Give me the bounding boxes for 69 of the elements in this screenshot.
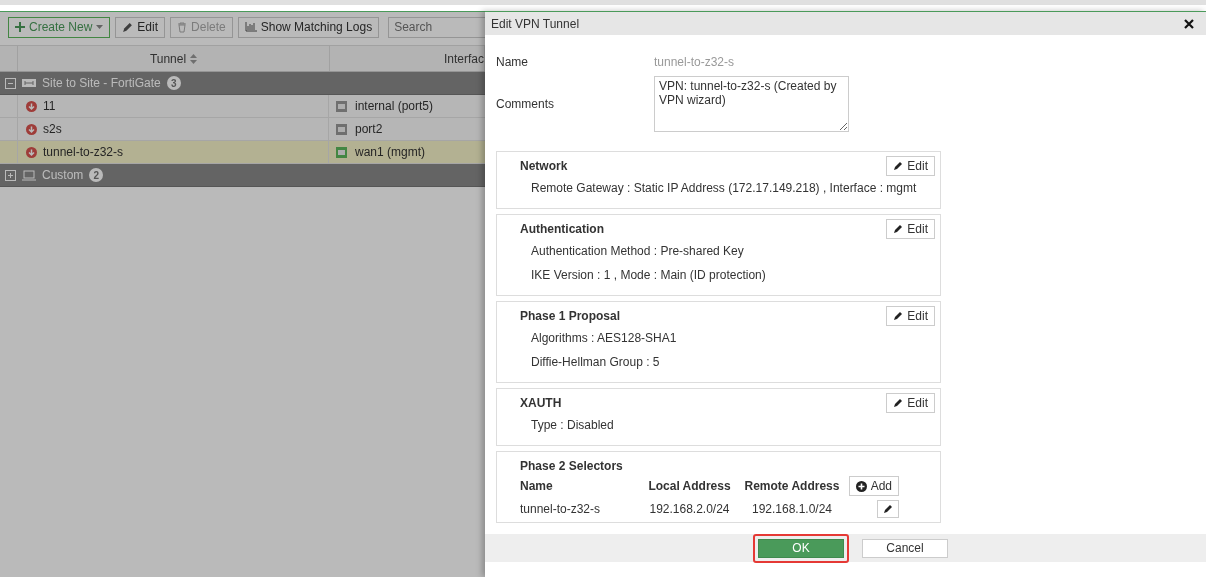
column-header: Local Address xyxy=(647,479,732,493)
pencil-icon xyxy=(883,504,893,514)
table-cell: wan1 (mgmt) xyxy=(355,145,425,159)
edit-button[interactable]: Edit xyxy=(886,156,935,176)
down-arrow-icon xyxy=(26,146,37,158)
field-label: Comments xyxy=(496,97,555,111)
down-arrow-icon xyxy=(26,100,37,112)
pencil-icon xyxy=(893,161,904,171)
edit-button[interactable]: Edit xyxy=(886,306,935,326)
laptop-icon xyxy=(22,169,36,181)
edit-button[interactable]: Edit xyxy=(115,16,166,38)
table-row[interactable]: s2s port2 xyxy=(0,118,485,141)
table-cell: internal (port5) xyxy=(355,99,434,113)
plus-circle-icon xyxy=(855,480,867,492)
group-label: Site to Site - FortiGate xyxy=(42,76,161,90)
table-cell: port2 xyxy=(355,122,383,136)
count-badge: 2 xyxy=(89,168,104,182)
section-text: Algorithms : AES128-SHA1 xyxy=(530,330,678,347)
column-header[interactable]: Tunnel xyxy=(18,46,330,71)
pencil-icon xyxy=(893,224,904,234)
caret-icon xyxy=(96,25,104,29)
table-cell-text: 192.168.2.0/24 xyxy=(648,502,731,516)
group-row[interactable]: Site to Site - FortiGate 3 xyxy=(0,72,485,95)
group-label: Custom xyxy=(42,168,84,182)
comments-field[interactable]: VPN: tunnel-to-z32-s (Created by VPN wizard) xyxy=(654,76,849,132)
cancel-button[interactable]: Cancel xyxy=(862,538,948,558)
logs-button[interactable]: Show Matching Logs xyxy=(237,16,380,38)
toggle-icon[interactable] xyxy=(5,77,16,89)
edit-button[interactable]: Edit xyxy=(886,393,935,413)
column-header: Remote Address xyxy=(743,479,841,493)
column-header[interactable]: Interfac xyxy=(330,46,485,71)
column-header: Name xyxy=(520,479,554,493)
name-value: tunnel-to-z32-s xyxy=(654,55,735,69)
dialog-title: Edit VPN Tunnel xyxy=(491,16,580,31)
section-title: Network xyxy=(520,159,568,173)
search-field[interactable]: Search xyxy=(388,16,485,38)
pencil-icon xyxy=(893,398,904,408)
table-cell: tunnel-to-z32-s xyxy=(43,145,124,159)
sort-icon[interactable] xyxy=(190,53,198,64)
section-title: Authentication xyxy=(520,222,604,236)
section-text: IKE Version : 1 , Mode : Main (ID protection) xyxy=(530,267,767,284)
down-arrow-icon xyxy=(26,123,37,135)
toggle-icon[interactable] xyxy=(5,169,16,181)
table-cell-text: 192.168.1.0/24 xyxy=(750,502,834,516)
edit-button[interactable] xyxy=(877,500,899,518)
pencil-icon xyxy=(122,21,134,33)
section-text: Diffie-Hellman Group : 5 xyxy=(530,354,661,371)
section-text: Authentication Method : Pre-shared Key xyxy=(530,243,745,260)
bar-chart-icon xyxy=(244,22,257,32)
table-row[interactable]: tunnel-to-z32-s wan1 (mgmt) xyxy=(0,141,485,164)
table-cell: 11 xyxy=(43,99,56,113)
field-label: Name xyxy=(496,55,529,69)
group-row[interactable]: Custom 2 xyxy=(0,164,485,187)
table-row[interactable]: 11 internal (port5) xyxy=(0,95,485,118)
section-title: Phase 2 Selectors xyxy=(520,458,624,475)
trash-icon xyxy=(177,21,188,33)
table-cell: s2s xyxy=(43,122,62,136)
table-cell-text: tunnel-to-z32-s xyxy=(520,502,602,516)
tunnel-icon xyxy=(22,78,36,88)
add-button[interactable]: Add xyxy=(848,476,899,496)
section-title: XAUTH xyxy=(520,396,562,410)
section-text: Type : Disabled xyxy=(530,417,615,434)
edit-button[interactable]: Edit xyxy=(886,219,935,239)
pencil-icon xyxy=(893,311,904,321)
plus-icon xyxy=(15,22,25,32)
section-text: Remote Gateway : Static IP Address (172.17.149.218) , Interface : mgmt xyxy=(530,180,918,197)
count-badge: 3 xyxy=(166,76,181,90)
section-title: Phase 1 Proposal xyxy=(520,309,621,323)
close-icon[interactable] xyxy=(1184,18,1194,29)
